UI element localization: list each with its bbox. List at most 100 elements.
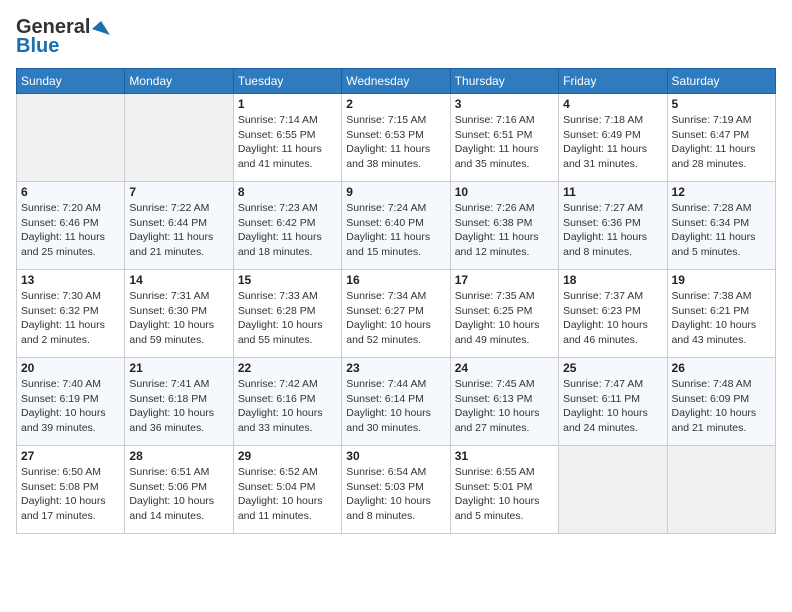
day-number: 6	[21, 185, 120, 199]
calendar-day-18: 18Sunrise: 7:37 AM Sunset: 6:23 PM Dayli…	[559, 270, 667, 358]
day-info: Sunrise: 6:52 AM Sunset: 5:04 PM Dayligh…	[238, 465, 337, 524]
day-number: 1	[238, 97, 337, 111]
calendar-empty-cell	[17, 94, 125, 182]
calendar-empty-cell	[125, 94, 233, 182]
day-number: 31	[455, 449, 554, 463]
day-number: 5	[672, 97, 771, 111]
calendar-day-22: 22 Sunrise: 7:42 AM Sunset: 6:16 PM Dayli…	[233, 358, 341, 446]
day-number: 10	[455, 185, 554, 199]
day-info: Sunrise: 6:54 AM Sunset: 5:03 PM Dayligh…	[346, 465, 445, 524]
day-number: 9	[346, 185, 445, 199]
day-info: Sunrise: 7:44 AM Sunset: 6:14 PM Dayligh…	[346, 377, 445, 436]
calendar-week-row: 6 Sunrise: 7:20 AM Sunset: 6:46 PM Daylig…	[17, 182, 776, 270]
day-number: 23	[346, 361, 445, 375]
day-number: 13	[21, 273, 120, 287]
calendar-day-15: 15 Sunrise: 7:33 AM Sunset: 6:28 PM Dayli…	[233, 270, 341, 358]
day-number: 17	[455, 273, 554, 287]
day-info: Sunrise: 7:19 AM Sunset: 6:47 PM Dayligh…	[672, 113, 771, 172]
calendar-day-19: 19 Sunrise: 7:38 AM Sunset: 6:21 PM Dayli…	[667, 270, 775, 358]
day-number: 21	[129, 361, 228, 375]
calendar-day-14: 14Sunrise: 7:31 AM Sunset: 6:30 PM Dayli…	[125, 270, 233, 358]
weekday-header-wednesday: Wednesday	[342, 69, 450, 94]
calendar-day-25: 25 Sunrise: 7:47 AM Sunset: 6:11 PM Dayli…	[559, 358, 667, 446]
day-info: Sunrise: 7:27 AM Sunset: 6:36 PM Dayligh…	[563, 201, 662, 260]
weekday-header-saturday: Saturday	[667, 69, 775, 94]
weekday-header-monday: Monday	[125, 69, 233, 94]
weekday-header-thursday: Thursday	[450, 69, 558, 94]
day-info: Sunrise: 7:26 AM Sunset: 6:38 PM Dayligh…	[455, 201, 554, 260]
day-number: 15	[238, 273, 337, 287]
day-number: 25	[563, 361, 662, 375]
day-number: 7	[129, 185, 228, 199]
day-info: Sunrise: 7:24 AM Sunset: 6:40 PM Dayligh…	[346, 201, 445, 260]
calendar-header-row: SundayMondayTuesdayWednesdayThursdayFrid…	[17, 69, 776, 94]
day-info: Sunrise: 7:48 AM Sunset: 6:09 PM Dayligh…	[672, 377, 771, 436]
weekday-header-sunday: Sunday	[17, 69, 125, 94]
day-number: 14	[129, 273, 228, 287]
weekday-header-friday: Friday	[559, 69, 667, 94]
calendar-day-27: 27 Sunrise: 6:50 AM Sunset: 5:08 PM Dayli…	[17, 446, 125, 534]
day-info: Sunrise: 7:41 AM Sunset: 6:18 PM Dayligh…	[129, 377, 228, 436]
day-number: 11	[563, 185, 662, 199]
day-info: Sunrise: 6:51 AM Sunset: 5:06 PM Dayligh…	[129, 465, 228, 524]
calendar-day-31: 31Sunrise: 6:55 AM Sunset: 5:01 PM Dayli…	[450, 446, 558, 534]
day-info: Sunrise: 7:30 AM Sunset: 6:32 PM Dayligh…	[21, 289, 120, 348]
calendar-day-6: 6 Sunrise: 7:20 AM Sunset: 6:46 PM Daylig…	[17, 182, 125, 270]
day-number: 12	[672, 185, 771, 199]
day-info: Sunrise: 7:16 AM Sunset: 6:51 PM Dayligh…	[455, 113, 554, 172]
logo-bird-icon	[92, 19, 110, 37]
day-info: Sunrise: 7:42 AM Sunset: 6:16 PM Dayligh…	[238, 377, 337, 436]
day-info: Sunrise: 7:47 AM Sunset: 6:11 PM Dayligh…	[563, 377, 662, 436]
day-number: 19	[672, 273, 771, 287]
day-info: Sunrise: 7:45 AM Sunset: 6:13 PM Dayligh…	[455, 377, 554, 436]
calendar-week-row: 20 Sunrise: 7:40 AM Sunset: 6:19 PM Dayli…	[17, 358, 776, 446]
calendar-day-5: 5 Sunrise: 7:19 AM Sunset: 6:47 PM Daylig…	[667, 94, 775, 182]
calendar-day-7: 7Sunrise: 7:22 AM Sunset: 6:44 PM Daylig…	[125, 182, 233, 270]
calendar-day-11: 11 Sunrise: 7:27 AM Sunset: 6:36 PM Dayli…	[559, 182, 667, 270]
calendar-day-30: 30 Sunrise: 6:54 AM Sunset: 5:03 PM Dayli…	[342, 446, 450, 534]
calendar-day-13: 13 Sunrise: 7:30 AM Sunset: 6:32 PM Dayli…	[17, 270, 125, 358]
calendar-day-21: 21 Sunrise: 7:41 AM Sunset: 6:18 PM Dayli…	[125, 358, 233, 446]
calendar-day-23: 23 Sunrise: 7:44 AM Sunset: 6:14 PM Dayli…	[342, 358, 450, 446]
day-info: Sunrise: 7:40 AM Sunset: 6:19 PM Dayligh…	[21, 377, 120, 436]
calendar-day-12: 12 Sunrise: 7:28 AM Sunset: 6:34 PM Dayli…	[667, 182, 775, 270]
calendar-day-17: 17Sunrise: 7:35 AM Sunset: 6:25 PM Dayli…	[450, 270, 558, 358]
logo-blue-text: Blue	[16, 35, 59, 58]
day-number: 27	[21, 449, 120, 463]
calendar-day-20: 20 Sunrise: 7:40 AM Sunset: 6:19 PM Dayli…	[17, 358, 125, 446]
day-info: Sunrise: 7:28 AM Sunset: 6:34 PM Dayligh…	[672, 201, 771, 260]
day-number: 18	[563, 273, 662, 287]
calendar-day-2: 2Sunrise: 7:15 AM Sunset: 6:53 PM Daylig…	[342, 94, 450, 182]
calendar-day-9: 9 Sunrise: 7:24 AM Sunset: 6:40 PM Daylig…	[342, 182, 450, 270]
calendar-day-16: 16 Sunrise: 7:34 AM Sunset: 6:27 PM Dayli…	[342, 270, 450, 358]
calendar-empty-cell	[667, 446, 775, 534]
logo: General Blue	[16, 16, 110, 58]
calendar-day-3: 3Sunrise: 7:16 AM Sunset: 6:51 PM Daylig…	[450, 94, 558, 182]
day-info: Sunrise: 7:20 AM Sunset: 6:46 PM Dayligh…	[21, 201, 120, 260]
day-number: 29	[238, 449, 337, 463]
day-info: Sunrise: 7:14 AM Sunset: 6:55 PM Dayligh…	[238, 113, 337, 172]
day-number: 22	[238, 361, 337, 375]
calendar-table: SundayMondayTuesdayWednesdayThursdayFrid…	[16, 68, 776, 534]
day-info: Sunrise: 7:15 AM Sunset: 6:53 PM Dayligh…	[346, 113, 445, 172]
day-number: 20	[21, 361, 120, 375]
calendar-day-10: 10 Sunrise: 7:26 AM Sunset: 6:38 PM Dayli…	[450, 182, 558, 270]
day-number: 8	[238, 185, 337, 199]
day-number: 26	[672, 361, 771, 375]
calendar-day-26: 26 Sunrise: 7:48 AM Sunset: 6:09 PM Dayli…	[667, 358, 775, 446]
calendar-day-24: 24 Sunrise: 7:45 AM Sunset: 6:13 PM Dayli…	[450, 358, 558, 446]
calendar-empty-cell	[559, 446, 667, 534]
day-number: 24	[455, 361, 554, 375]
day-number: 16	[346, 273, 445, 287]
day-info: Sunrise: 7:38 AM Sunset: 6:21 PM Dayligh…	[672, 289, 771, 348]
day-number: 4	[563, 97, 662, 111]
page-header: General Blue	[16, 16, 776, 58]
calendar-day-8: 8Sunrise: 7:23 AM Sunset: 6:42 PM Daylig…	[233, 182, 341, 270]
day-number: 30	[346, 449, 445, 463]
calendar-day-29: 29 Sunrise: 6:52 AM Sunset: 5:04 PM Dayli…	[233, 446, 341, 534]
calendar-day-28: 28Sunrise: 6:51 AM Sunset: 5:06 PM Dayli…	[125, 446, 233, 534]
day-info: Sunrise: 7:33 AM Sunset: 6:28 PM Dayligh…	[238, 289, 337, 348]
calendar-day-4: 4Sunrise: 7:18 AM Sunset: 6:49 PM Daylig…	[559, 94, 667, 182]
day-info: Sunrise: 7:34 AM Sunset: 6:27 PM Dayligh…	[346, 289, 445, 348]
day-info: Sunrise: 6:50 AM Sunset: 5:08 PM Dayligh…	[21, 465, 120, 524]
